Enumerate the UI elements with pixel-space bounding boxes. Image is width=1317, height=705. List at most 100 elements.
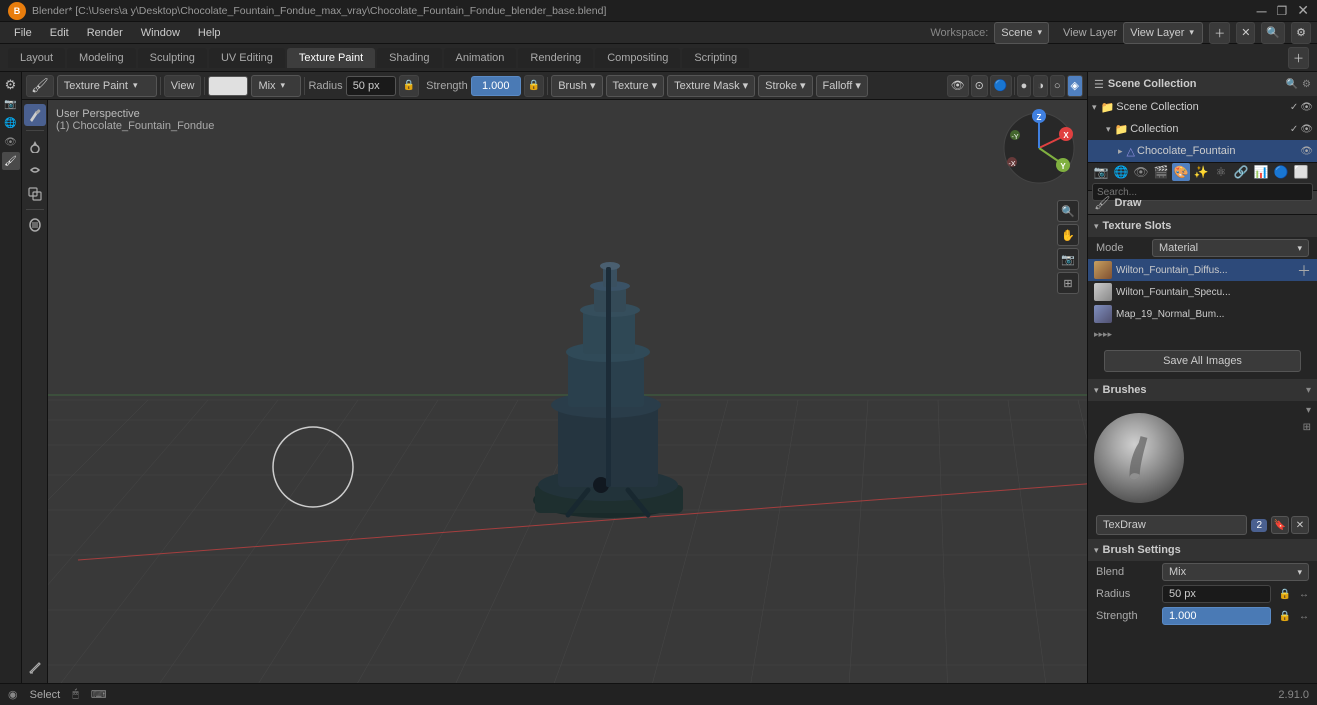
menu-file[interactable]: File (6, 25, 40, 41)
new-workspace-button[interactable]: ＋ (1209, 22, 1230, 44)
outliner-filter-btn[interactable]: ⚙ (1302, 79, 1311, 90)
texture-slot-1[interactable]: Wilton_Fountain_Diffus... (1088, 259, 1317, 281)
gizmo-btn[interactable]: 🔵 (990, 75, 1012, 97)
outliner-search-btn[interactable]: 🔍 (1286, 79, 1298, 90)
maximize-button[interactable]: ❐ (1277, 4, 1288, 18)
texture-slots-header[interactable]: ▾ Texture Slots (1088, 215, 1317, 237)
panel-icon-brush[interactable]: 🖌 (2, 152, 20, 170)
filter-button[interactable]: ⚙ (1291, 22, 1311, 44)
mask-tool[interactable] (24, 214, 46, 236)
texture-slot-more[interactable]: ▸▸▸▸ (1088, 325, 1317, 343)
menu-help[interactable]: Help (190, 25, 229, 41)
add-tab-button[interactable]: ＋ (1288, 47, 1309, 69)
scene-collection-eye[interactable]: 👁 (1300, 102, 1313, 113)
smear-tool[interactable] (24, 159, 46, 181)
prop-constraints-icon[interactable]: 🔗 (1232, 163, 1250, 181)
tab-texture-paint[interactable]: Texture Paint (287, 48, 375, 68)
view-button[interactable]: View (164, 75, 202, 97)
titlebar-controls[interactable]: ─ ❐ ✕ (1257, 2, 1309, 19)
viewlayer-selector[interactable]: View Layer ▾ (1123, 22, 1203, 44)
brush-expand-btn[interactable]: ▾ (1306, 405, 1311, 416)
panel-icon-render[interactable]: 📷 (2, 95, 20, 113)
brushes-header[interactable]: ▾ Brushes ▾ (1088, 379, 1317, 401)
menu-render[interactable]: Render (79, 25, 131, 41)
brush-name-field[interactable]: TexDraw (1096, 515, 1247, 535)
strength-prop-expand[interactable]: ↔ (1299, 611, 1309, 622)
fill-tool[interactable] (24, 135, 46, 157)
menu-edit[interactable]: Edit (42, 25, 77, 41)
strength-prop-lock[interactable]: 🔒 (1279, 611, 1291, 622)
collection-row[interactable]: ▾ 📁 Collection ✓ 👁 (1088, 118, 1317, 140)
tab-uv-editing[interactable]: UV Editing (209, 48, 285, 68)
brush-delete-btn[interactable]: ✕ (1291, 516, 1309, 534)
tab-scripting[interactable]: Scripting (682, 48, 749, 68)
blend-prop-dropdown[interactable]: Mix ▾ (1162, 563, 1309, 581)
clone-tool[interactable] (24, 183, 46, 205)
texture-mode-dropdown[interactable]: Material ▾ (1152, 239, 1309, 257)
texture-slot-2[interactable]: Wilton_Fountain_Specu... (1088, 281, 1317, 303)
blend-dropdown[interactable]: Mix ▾ (251, 75, 301, 97)
prop-scene-icon[interactable]: 🎬 (1152, 163, 1170, 181)
prop-data-icon[interactable]: 📊 (1252, 163, 1270, 181)
tab-sculpting[interactable]: Sculpting (138, 48, 207, 68)
tab-modeling[interactable]: Modeling (67, 48, 136, 68)
brush-bookmark-btn[interactable]: 🔖 (1271, 516, 1289, 534)
brush-preview[interactable] (1094, 413, 1184, 503)
prop-view-icon[interactable]: 👁 (1132, 163, 1150, 181)
minimize-button[interactable]: ─ (1257, 3, 1267, 19)
axis-gizmo[interactable]: X Y Z -X -Y (999, 108, 1079, 188)
tab-rendering[interactable]: Rendering (518, 48, 593, 68)
close-workspace-button[interactable]: ✕ (1236, 22, 1255, 44)
texture-slot-3[interactable]: Map_19_Normal_Bum... (1088, 303, 1317, 325)
prop-particles-icon[interactable]: ✨ (1192, 163, 1210, 181)
panel-icon-output[interactable]: 🌐 (2, 114, 20, 132)
strength-field[interactable]: 1.000 (471, 76, 521, 96)
brush-grid-btn[interactable]: ⊞ (1303, 422, 1311, 433)
tab-layout[interactable]: Layout (8, 48, 65, 68)
texture-settings-dropdown[interactable]: Texture ▾ (606, 75, 665, 97)
tab-compositing[interactable]: Compositing (595, 48, 680, 68)
tab-shading[interactable]: Shading (377, 48, 441, 68)
prop-render-icon[interactable]: 📷 (1092, 163, 1110, 181)
scene-collection-check[interactable]: ✓ (1290, 102, 1298, 113)
prop-output-icon[interactable]: 🌐 (1112, 163, 1130, 181)
radius-field[interactable]: 50 px (346, 76, 396, 96)
shading-material-btn[interactable]: ◑ (1033, 75, 1048, 97)
viewport-shade-btn[interactable]: 👁 (947, 75, 969, 97)
camera-icon[interactable]: 📷 (1057, 248, 1079, 270)
zoom-in-icon[interactable]: 🔍 (1057, 200, 1079, 222)
brush-settings-dropdown[interactable]: Brush ▾ (551, 75, 602, 97)
save-all-images-button[interactable]: Save All Images (1104, 350, 1301, 372)
cf-eye[interactable]: 👁 (1300, 146, 1313, 157)
collection-eye[interactable]: 👁 (1300, 124, 1313, 135)
brushes-collapse-icon[interactable]: ▾ (1306, 385, 1311, 396)
shading-render-btn[interactable]: ○ (1050, 75, 1065, 97)
prop-object-icon[interactable]: ⬜ (1292, 163, 1310, 181)
shading-texture-btn[interactable]: ◈ (1067, 75, 1083, 97)
viewport[interactable]: User Perspective (1) Chocolate_Fountain_… (48, 100, 1087, 683)
color-picker[interactable] (208, 76, 248, 96)
prop-physics-icon[interactable]: ⚛ (1212, 163, 1230, 181)
tab-animation[interactable]: Animation (444, 48, 517, 68)
chocolate-fountain-row[interactable]: ▸ △ Chocolate_Fountain 👁 (1088, 140, 1317, 162)
close-button[interactable]: ✕ (1297, 2, 1309, 19)
radius-prop-lock[interactable]: 🔒 (1279, 589, 1291, 600)
add-texture-button[interactable]: ＋ (1297, 261, 1311, 281)
radius-prop-expand[interactable]: ↔ (1299, 589, 1309, 600)
stroke-dropdown[interactable]: Stroke ▾ (758, 75, 812, 97)
prop-material-icon[interactable]: 🔵 (1272, 163, 1290, 181)
workspace-selector[interactable]: Scene ▾ (994, 22, 1049, 44)
panel-icon-scene[interactable]: ⚙ (2, 76, 20, 94)
texture-mask-dropdown[interactable]: Texture Mask ▾ (667, 75, 755, 97)
strength-prop-field[interactable]: 1.000 (1162, 607, 1271, 625)
pan-icon[interactable]: ✋ (1057, 224, 1079, 246)
radius-lock-button[interactable]: 🔒 (399, 75, 419, 97)
search-button[interactable]: 🔍 (1261, 22, 1285, 44)
strength-lock-button[interactable]: 🔒 (524, 75, 544, 97)
radius-prop-field[interactable]: 50 px (1162, 585, 1271, 603)
mode-dropdown[interactable]: Texture Paint ▾ (57, 75, 157, 97)
falloff-dropdown[interactable]: Falloff ▾ (816, 75, 868, 97)
scene-collection-row[interactable]: ▾ 📁 Scene Collection ✓ 👁 (1088, 96, 1317, 118)
menu-window[interactable]: Window (133, 25, 188, 41)
grid-icon[interactable]: ⊞ (1057, 272, 1079, 294)
